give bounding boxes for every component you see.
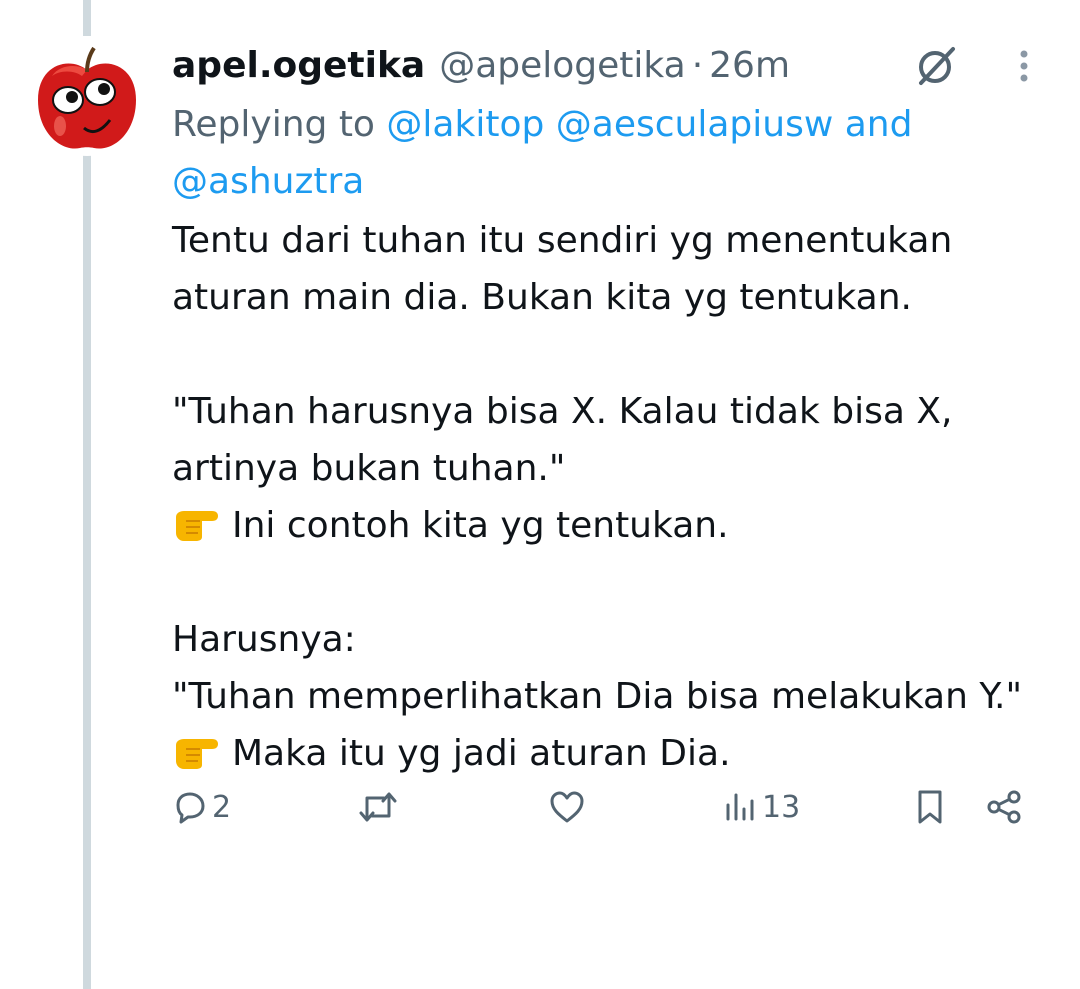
tweet-line: Tentu dari tuhan itu sendiri yg menentuk… (172, 220, 953, 261)
like-button[interactable] (548, 785, 590, 829)
bookmark-icon (918, 790, 942, 824)
grok-button[interactable] (910, 40, 962, 92)
tweet-line-with-pointer: Maka itu yg jadi aturan Dia. (172, 725, 1052, 782)
bar-chart-icon (726, 793, 754, 821)
bookmark-button[interactable] (912, 785, 948, 829)
tweet-line: aturan main dia. Bukan kita yg tentukan. (172, 277, 912, 318)
share-nodes-icon (987, 790, 1021, 824)
tweet-line-text: Ini contoh kita yg tentukan. (232, 505, 729, 546)
views-count: 13 (762, 789, 801, 825)
speech-bubble-icon (176, 792, 205, 824)
user-handle[interactable]: @apelogetika (439, 45, 685, 86)
views-button[interactable]: 13 (722, 785, 800, 829)
tweet-line-text: Maka itu yg jadi aturan Dia. (232, 733, 731, 774)
tweet-line: Harusnya: (172, 619, 356, 660)
display-name[interactable]: apel.ogetika (172, 45, 425, 86)
retweet-arrows-icon (359, 792, 397, 822)
tweet-text: Tentu dari tuhan itu sendiri yg menentuk… (172, 212, 1052, 782)
reply-button[interactable]: 2 (172, 785, 231, 829)
replying-prefix: Replying to (172, 104, 375, 145)
slashed-circle-icon (919, 47, 955, 85)
timestamp[interactable]: 26m (709, 45, 790, 86)
mention-joiner: and (844, 104, 913, 145)
tweet-line: "Tuhan memperlihatkan Dia bisa melakukan… (172, 676, 1023, 717)
tweet-actions: 2 13 (172, 785, 1032, 829)
red-apple-face-avatar (38, 46, 136, 149)
separator-dot: · (691, 44, 704, 86)
tweet-line: "Tuhan harusnya bisa X. Kalau tidak bisa… (172, 391, 953, 432)
tweet-line-with-pointer: Ini contoh kita yg tentukan. (172, 497, 1052, 554)
tweet-line: artinya bukan tuhan." (172, 448, 566, 489)
mention-lakitop[interactable]: @lakitop (386, 104, 544, 145)
avatar[interactable] (30, 42, 144, 156)
more-options-button[interactable] (1004, 42, 1044, 90)
mention-aesculapiusw[interactable]: @aesculapiusw (556, 104, 834, 145)
mention-ashuztra[interactable]: @ashuztra (172, 161, 364, 202)
thread-line-top (83, 0, 91, 36)
vertical-dots-icon (1020, 50, 1028, 82)
backhand-index-pointing-right-emoji (176, 739, 218, 769)
reply-count: 2 (212, 789, 232, 825)
retweet-button[interactable] (358, 785, 402, 829)
replying-to: Replying to @lakitop @aesculapiusw and @… (172, 96, 992, 210)
share-button[interactable] (984, 785, 1024, 829)
backhand-index-pointing-right-emoji (176, 511, 218, 541)
thread-line-bottom (83, 150, 91, 989)
heart-icon (550, 791, 584, 823)
